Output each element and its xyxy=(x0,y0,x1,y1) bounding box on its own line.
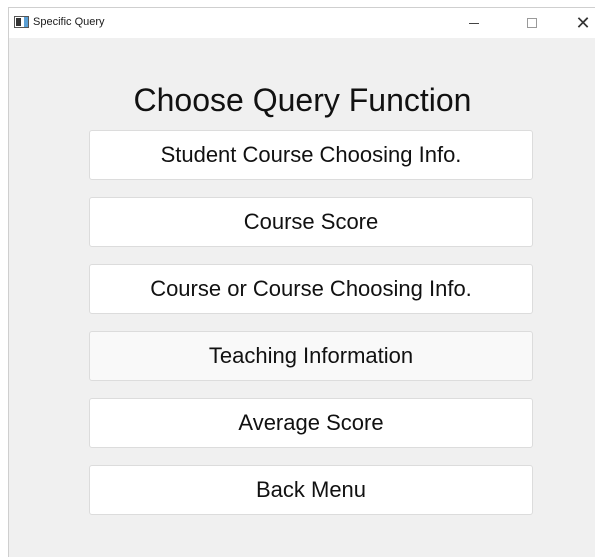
title-bar[interactable]: Specific Query ✕ xyxy=(9,8,595,38)
maximize-button[interactable] xyxy=(509,8,555,38)
minimize-icon xyxy=(469,22,479,24)
app-icon xyxy=(14,16,29,28)
course-or-course-choosing-info-button[interactable]: Course or Course Choosing Info. xyxy=(89,264,533,314)
back-menu-button[interactable]: Back Menu xyxy=(89,465,533,515)
query-window: Specific Query ✕ Choose Query Function S… xyxy=(8,7,595,557)
teaching-information-button[interactable]: Teaching Information xyxy=(89,331,533,381)
close-button[interactable]: ✕ xyxy=(560,8,595,38)
close-icon: ✕ xyxy=(575,12,591,33)
maximize-icon xyxy=(527,18,537,28)
window-title: Specific Query xyxy=(33,16,105,28)
page-title: Choose Query Function xyxy=(133,82,472,118)
student-course-choosing-info-button[interactable]: Student Course Choosing Info. xyxy=(89,130,533,180)
course-score-button[interactable]: Course Score xyxy=(89,197,533,247)
average-score-button[interactable]: Average Score xyxy=(89,398,533,448)
minimize-button[interactable] xyxy=(451,8,497,38)
